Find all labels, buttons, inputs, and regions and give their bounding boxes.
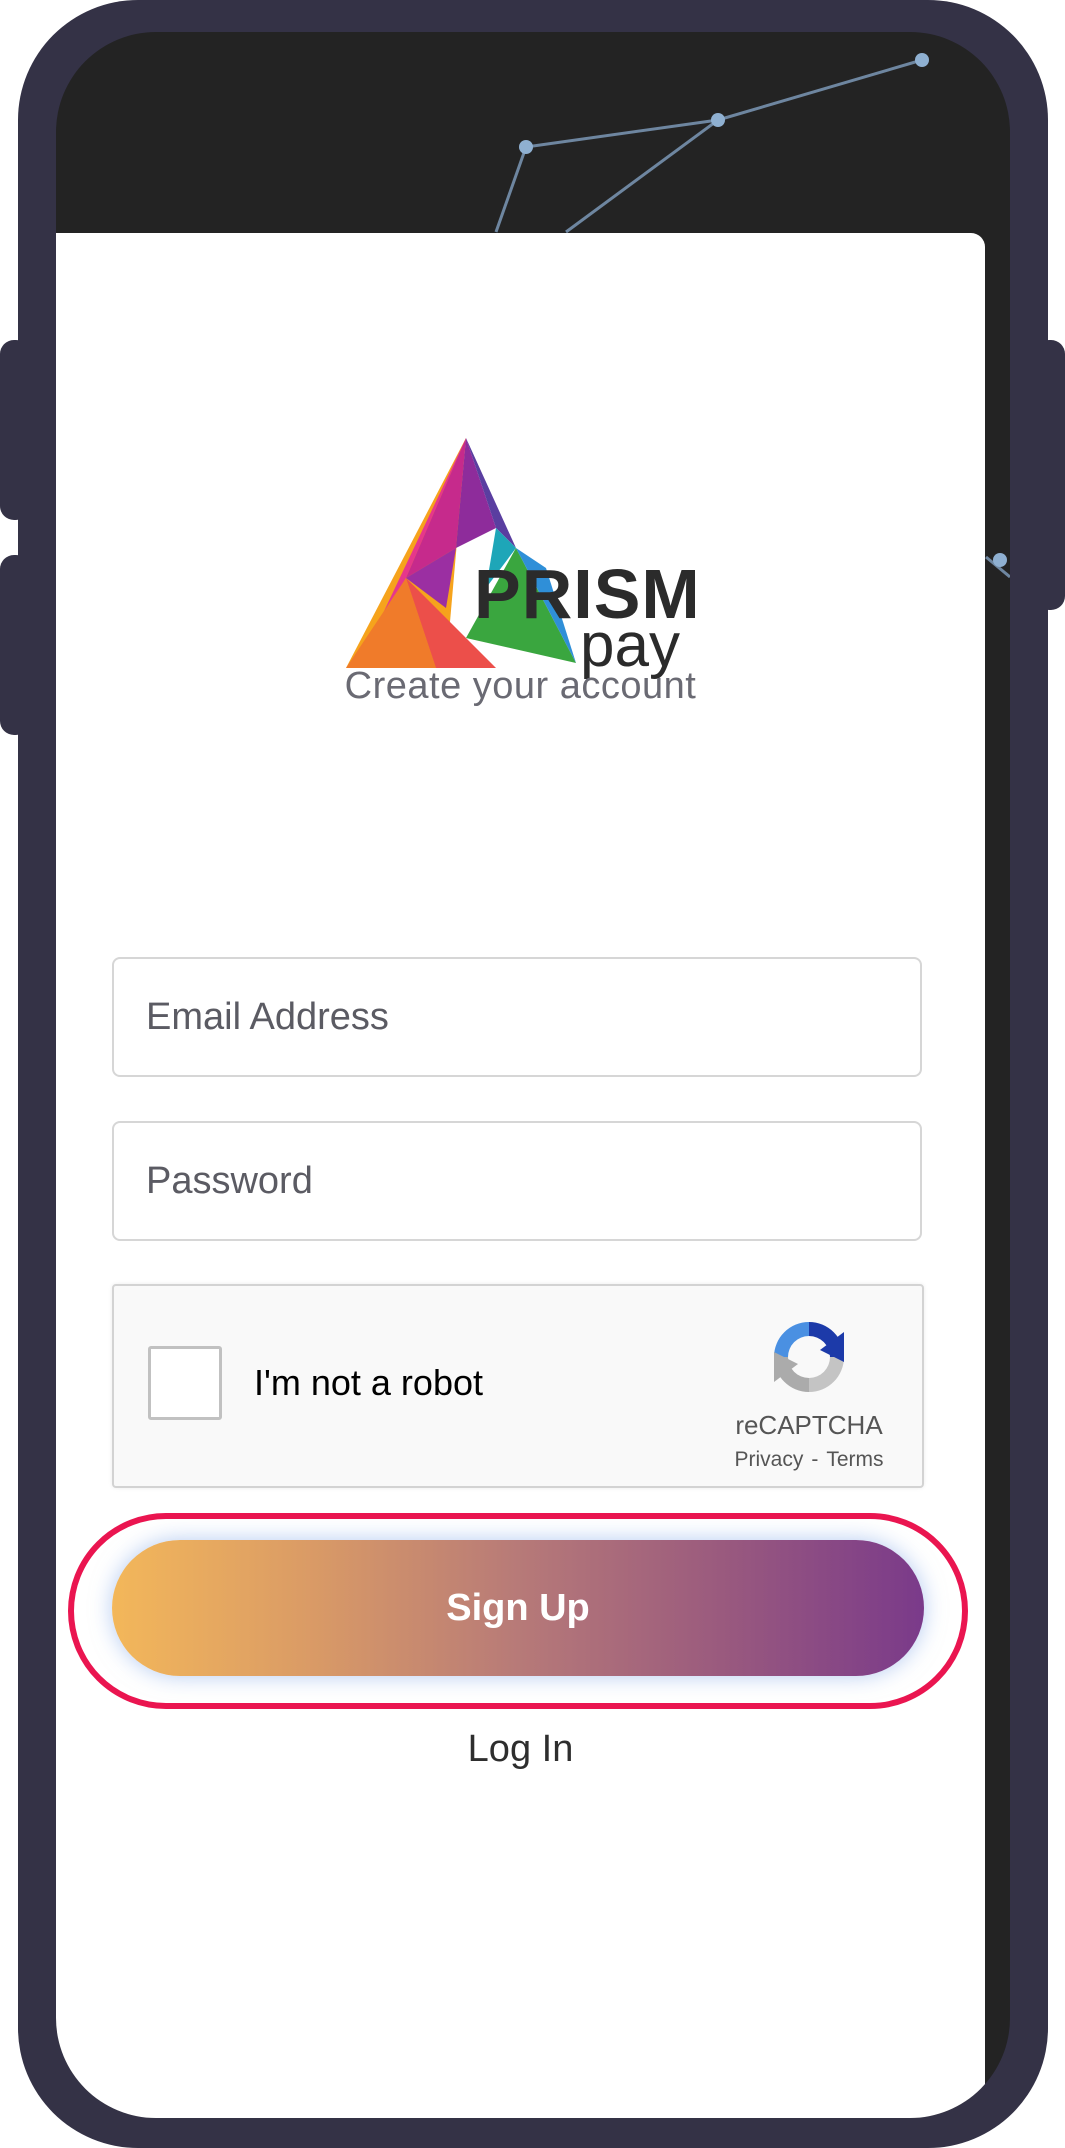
recaptcha-privacy-link[interactable]: Privacy [734, 1448, 803, 1471]
recaptcha-checkbox[interactable] [148, 1346, 222, 1420]
recaptcha-terms-link[interactable]: Terms [826, 1448, 883, 1471]
recaptcha-icon [774, 1322, 844, 1392]
log-in-link[interactable]: Log In [56, 1728, 985, 1771]
recaptcha-widget: I'm not a robot reCAPTCHA Privacy - Terms [112, 1284, 924, 1488]
signup-card: PRISM pay Create your account I'm not a … [56, 233, 985, 2118]
sign-up-button[interactable]: Sign Up [112, 1540, 924, 1676]
stage: PRISM pay Create your account I'm not a … [0, 0, 1065, 2148]
email-field[interactable] [112, 957, 922, 1077]
recaptcha-label: I'm not a robot [254, 1362, 483, 1403]
recaptcha-link-separator: - [811, 1448, 819, 1471]
recaptcha-brand: reCAPTCHA [735, 1410, 883, 1440]
password-field[interactable] [112, 1121, 922, 1241]
recaptcha-links: Privacy - Terms [704, 1448, 914, 1472]
phone-screen: PRISM pay Create your account I'm not a … [56, 32, 1010, 2118]
page-subtitle: Create your account [344, 665, 697, 707]
